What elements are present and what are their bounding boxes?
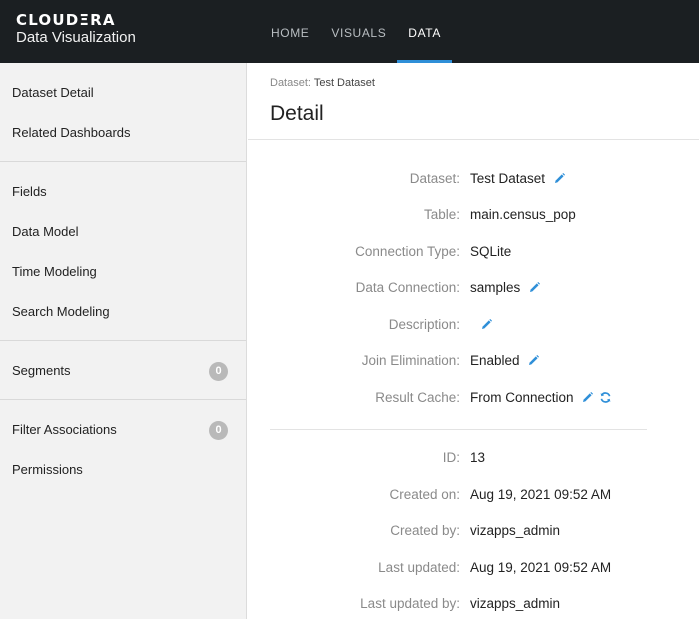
detail-value: samples xyxy=(470,280,542,296)
sidebar-item-segments[interactable]: Segments 0 xyxy=(0,351,246,391)
meta-row-created-by: Created by: vizapps_admin xyxy=(248,513,699,550)
meta-value: Aug 19, 2021 09:52 AM xyxy=(470,486,612,502)
sidebar-item-label: Fields xyxy=(12,184,47,199)
sidebar-item-filter-associations[interactable]: Filter Associations 0 xyxy=(0,410,246,450)
sidebar-group-segments: Segments 0 xyxy=(0,341,246,400)
detail-label: Description: xyxy=(388,316,460,332)
detail-value: From Connection xyxy=(470,389,614,405)
sidebar-item-time-modeling[interactable]: Time Modeling xyxy=(0,252,246,292)
breadcrumb: Dataset: Test Dataset xyxy=(270,77,375,89)
sidebar-item-label: Dataset Detail xyxy=(12,85,94,100)
detail-label: Result Cache: xyxy=(375,389,460,405)
detail-row-join-elimination: Join Elimination: Enabled xyxy=(248,343,699,380)
meta-row-id: ID: 13 xyxy=(248,440,699,477)
meta-value: vizapps_admin xyxy=(470,596,561,612)
join-elimination-value: Enabled xyxy=(470,353,520,369)
detail-label: Connection Type: xyxy=(355,243,460,259)
detail-label: Dataset: xyxy=(409,170,460,186)
meta-row-last-updated-by: Last updated by: vizapps_admin xyxy=(248,586,699,619)
sidebar-item-label: Related Dashboards xyxy=(12,125,131,140)
sidebar-item-label: Permissions xyxy=(12,462,83,477)
page-title: Detail xyxy=(270,102,324,125)
meta-label: Created on: xyxy=(389,486,460,502)
detail-row-connection-type: Connection Type: SQLite xyxy=(248,233,699,270)
sidebar-group-access: Filter Associations 0 Permissions xyxy=(0,400,246,498)
main-nav: HOME VISUALS DATA xyxy=(250,0,452,63)
header-divider xyxy=(248,139,699,140)
dataset-details: Dataset: Test Dataset Table: main.census… xyxy=(248,160,699,619)
meta-value: Aug 19, 2021 09:52 AM xyxy=(470,559,612,575)
meta-label: Created by: xyxy=(390,523,460,539)
pencil-icon[interactable] xyxy=(580,389,596,405)
sidebar-item-related-dashboards[interactable]: Related Dashboards xyxy=(0,113,246,153)
detail-value: Test Dataset xyxy=(470,170,567,186)
sidebar-item-label: Search Modeling xyxy=(12,304,110,319)
top-navbar: CLOUDΞRA Data Visualization HOME VISUALS… xyxy=(0,0,699,63)
nav-home[interactable]: HOME xyxy=(250,0,320,63)
pencil-icon[interactable] xyxy=(526,353,542,369)
sidebar-item-label: Segments xyxy=(12,363,71,378)
sidebar-item-permissions[interactable]: Permissions xyxy=(0,450,246,490)
sidebar-group-dataset: Dataset Detail Related Dashboards xyxy=(0,63,246,162)
dataset-name-value: Test Dataset xyxy=(470,170,546,186)
sidebar-item-label: Time Modeling xyxy=(12,264,97,279)
brand-logo-text: CLOUDΞRA xyxy=(16,11,116,29)
sidebar-item-data-model[interactable]: Data Model xyxy=(0,212,246,252)
detail-label: Table: xyxy=(423,207,460,223)
details-divider xyxy=(270,428,647,430)
meta-value: 13 xyxy=(470,450,486,466)
detail-row-table: Table: main.census_pop xyxy=(248,197,699,234)
main-content: Dataset: Test Dataset Detail Dataset: Te… xyxy=(248,63,699,619)
data-connection-value: samples xyxy=(470,280,521,296)
detail-row-description: Description: xyxy=(248,306,699,343)
detail-row-dataset: Dataset: Test Dataset xyxy=(248,160,699,197)
count-badge: 0 xyxy=(209,361,228,381)
sidebar-group-modeling: Fields Data Model Time Modeling Search M… xyxy=(0,162,246,341)
sidebar-item-search-modeling[interactable]: Search Modeling xyxy=(0,292,246,332)
brand-subtitle: Data Visualization xyxy=(16,29,136,46)
meta-label: ID: xyxy=(442,450,460,466)
meta-row-last-updated: Last updated: Aug 19, 2021 09:52 AM xyxy=(248,549,699,586)
meta-label: Last updated: xyxy=(378,559,460,575)
sidebar-item-fields[interactable]: Fields xyxy=(0,172,246,212)
meta-row-created-on: Created on: Aug 19, 2021 09:52 AM xyxy=(248,476,699,513)
detail-value: SQLite xyxy=(470,243,512,259)
pencil-icon[interactable] xyxy=(478,316,494,332)
sidebar-item-label: Data Model xyxy=(12,224,79,239)
detail-value: main.census_pop xyxy=(470,207,576,223)
brand-logo[interactable]: CLOUDΞRA Data Visualization xyxy=(16,11,136,47)
pencil-icon[interactable] xyxy=(551,170,567,186)
detail-value: Enabled xyxy=(470,353,542,369)
detail-value xyxy=(470,316,494,332)
result-cache-value: From Connection xyxy=(470,389,574,405)
breadcrumb-dataset[interactable]: Test Dataset xyxy=(314,77,375,89)
sidebar: Dataset Detail Related Dashboards Fields… xyxy=(0,63,247,619)
sidebar-item-dataset-detail[interactable]: Dataset Detail xyxy=(0,73,246,113)
meta-label: Last updated by: xyxy=(360,596,460,612)
nav-data[interactable]: DATA xyxy=(397,0,452,63)
sidebar-item-label: Filter Associations xyxy=(12,422,117,437)
detail-row-data-connection: Data Connection: samples xyxy=(248,270,699,307)
count-badge: 0 xyxy=(209,420,228,440)
meta-value: vizapps_admin xyxy=(470,523,561,539)
detail-label: Join Elimination: xyxy=(361,353,460,369)
refresh-icon[interactable] xyxy=(598,389,614,405)
detail-label: Data Connection: xyxy=(355,280,460,296)
pencil-icon[interactable] xyxy=(526,280,542,296)
nav-visuals[interactable]: VISUALS xyxy=(320,0,397,63)
breadcrumb-prefix: Dataset: xyxy=(270,77,311,89)
detail-row-result-cache: Result Cache: From Connection xyxy=(248,379,699,416)
